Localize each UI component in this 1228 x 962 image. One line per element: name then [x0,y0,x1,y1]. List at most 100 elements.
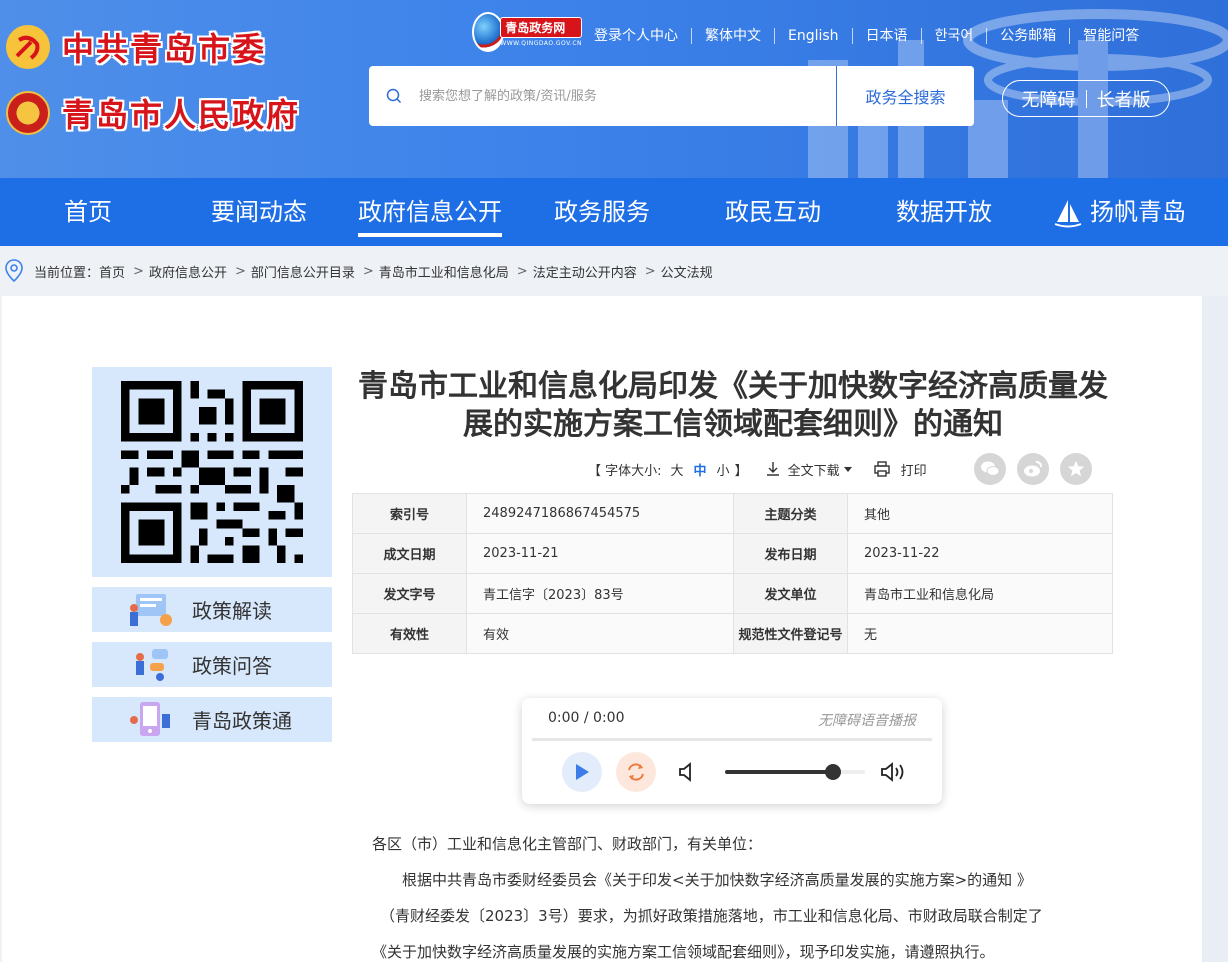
meta-value: 青工信字〔2023〕83号 [466,573,734,614]
breadcrumb-documents[interactable]: 公文法规 [661,262,713,281]
font-size-medium[interactable]: 中 [689,460,712,479]
printer-icon [873,461,890,477]
nav-yangfan-qingdao[interactable]: 扬帆青岛 [1050,178,1190,246]
meta-key: 有效性 [352,613,467,654]
korean-link[interactable]: 한국어 [920,28,987,44]
accessibility-mode-button[interactable]: 无障碍 [1012,86,1086,112]
nav-yangfan-label: 扬帆青岛 [1090,198,1186,226]
audio-time: 0:00 / 0:00 [548,710,625,726]
top-links: 登录个人中心 繁体中文 English 日本语 한국어 公务邮箱 智能问答 [586,26,1152,46]
nav-open-data[interactable]: 数据开放 [895,178,993,246]
official-mail-link[interactable]: 公务邮箱 [986,28,1069,44]
mute-button[interactable] [668,752,708,792]
volume-slider[interactable] [725,764,865,780]
breadcrumb-separator: > [516,263,528,279]
volume-knob[interactable] [824,764,841,780]
sailboat-icon [1054,200,1082,228]
page-scrollbar[interactable] [1202,296,1228,962]
breadcrumb: 当前位置： 首页 > 政府信息公开 > 部门信息公开目录 > 青岛市工业和信息化… [0,246,1228,296]
caret-down-icon [843,467,852,472]
policy-interpretation-card[interactable]: 政策解读 [92,587,332,632]
portal-domain: WWW.QINGDAO.GOV.CN [500,40,582,47]
weibo-icon [1024,461,1042,477]
party-committee-logo[interactable]: 中共青岛市委 [6,24,266,70]
meta-value: 青岛市工业和信息化局 [847,573,1113,614]
search-box: 政务全搜索 [369,66,974,126]
share-weibo-button[interactable] [1017,453,1049,485]
meta-value: 2023-11-21 [466,533,734,574]
nav-news[interactable]: 要闻动态 [210,178,308,246]
qr-code-panel [92,367,332,577]
login-link[interactable]: 登录个人中心 [586,28,691,44]
table-row: 成文日期 2023-11-21 发布日期 2023-11-22 [352,533,1113,574]
font-size-large[interactable]: 大 [666,460,689,479]
wechat-icon [981,461,1000,476]
share-wechat-button[interactable] [974,453,1006,485]
article-tools: 【 字体大小: 大 中 小 】 全文下载 打印 [588,457,927,481]
party-committee-name: 中共青岛市委 [62,30,267,68]
print-button[interactable]: 打印 [873,460,927,479]
audio-player-label: 无障碍语音播报 [818,713,916,729]
volume-low-icon [679,762,691,782]
meta-key: 索引号 [352,493,467,534]
breadcrumb-separator: > [644,263,656,279]
meta-key: 规范性文件登记号 [733,613,848,654]
meta-key: 发布日期 [733,533,848,574]
volume-fill [725,770,833,774]
search-icon [369,88,419,104]
breadcrumb-label: 当前位置： [34,265,100,281]
qingdao-portal-logo[interactable]: 青岛政务网 WWW.QINGDAO.GOV.CN [472,10,582,54]
breadcrumb-separator: > [362,263,374,279]
nav-home[interactable]: 首页 [63,178,113,246]
smart-qa-link[interactable]: 智能问答 [1069,28,1152,44]
main-nav: 首页 要闻动态 政府信息公开 政务服务 政民互动 数据开放 扬帆青岛 [0,178,1228,246]
japanese-link[interactable]: 日本语 [851,28,921,44]
breadcrumb-dept-catalog[interactable]: 部门信息公开目录 [251,262,355,281]
nav-gov-info-open[interactable]: 政府信息公开 [358,178,502,246]
download-full-text-button[interactable]: 全文下载 [764,460,853,479]
city-government-logo[interactable]: 青岛市人民政府 [6,90,300,136]
breadcrumb-separator: > [133,263,144,279]
body-paragraph-line: 《关于加快数字经济高质量发展的实施方案工信领域配套细则》，现予印发实施，请遵照执… [372,943,995,961]
article-title: 青岛市工业和信息化局印发《关于加快数字经济高质量发 展的实施方案工信领域配套细则… [352,368,1114,444]
party-emblem-icon [6,25,50,69]
search-button[interactable]: 政务全搜索 [836,66,974,126]
meta-key: 发文字号 [352,573,467,614]
volume-high-icon [881,762,904,782]
audio-progress-track[interactable] [532,738,932,741]
english-link[interactable]: English [774,28,852,44]
font-size-prefix: 【 字体大小: [588,463,662,479]
breadcrumb-home[interactable]: 首页 [99,262,125,281]
national-emblem-icon [6,91,50,135]
favorite-button[interactable] [1060,453,1092,485]
qingdao-policy-link-card[interactable]: 青岛政策通 [92,697,332,742]
nav-interaction[interactable]: 政民互动 [724,178,822,246]
font-size-small[interactable]: 小 [712,460,735,479]
search-input[interactable] [419,67,836,125]
download-label: 全文下载 [787,463,840,479]
portal-name: 青岛政务网 [500,17,582,38]
breadcrumb-bureau[interactable]: 青岛市工业和信息化局 [379,262,509,281]
body-salutation: 各区（市）工业和信息化主管部门、财政部门，有关单位： [372,835,763,853]
traditional-chinese-link[interactable]: 繁体中文 [691,28,774,44]
loop-button[interactable] [616,752,656,792]
meta-key: 发文单位 [733,573,848,614]
accessibility-switcher: 无障碍 长者版 [1002,80,1170,117]
policy-link-icon [130,701,170,736]
volume-max-button[interactable] [874,752,914,792]
star-icon [1067,460,1085,477]
site-header: 中共青岛市委 青岛市人民政府 青岛政务网 WWW.QINGDAO.GOV.CN … [0,0,1228,178]
article-title-line-2: 展的实施方案工信领域配套细则》的通知 [463,407,1003,442]
table-row: 索引号 2489247186867454575 主题分类 其他 [352,493,1113,534]
elderly-mode-button[interactable]: 长者版 [1087,86,1161,112]
breadcrumb-statutory-content[interactable]: 法定主动公开内容 [533,262,637,281]
loop-icon [628,763,644,781]
policy-qa-card[interactable]: 政策问答 [92,642,332,687]
download-icon [766,462,779,476]
play-button[interactable] [562,752,602,792]
table-row: 发文字号 青工信字〔2023〕83号 发文单位 青岛市工业和信息化局 [352,573,1113,614]
sidebar: 政策解读 政策问答 青岛政策通 [92,367,332,742]
nav-gov-services[interactable]: 政务服务 [553,178,651,246]
font-size-suffix: 】 [734,463,748,479]
breadcrumb-gov-info[interactable]: 政府信息公开 [149,262,227,281]
